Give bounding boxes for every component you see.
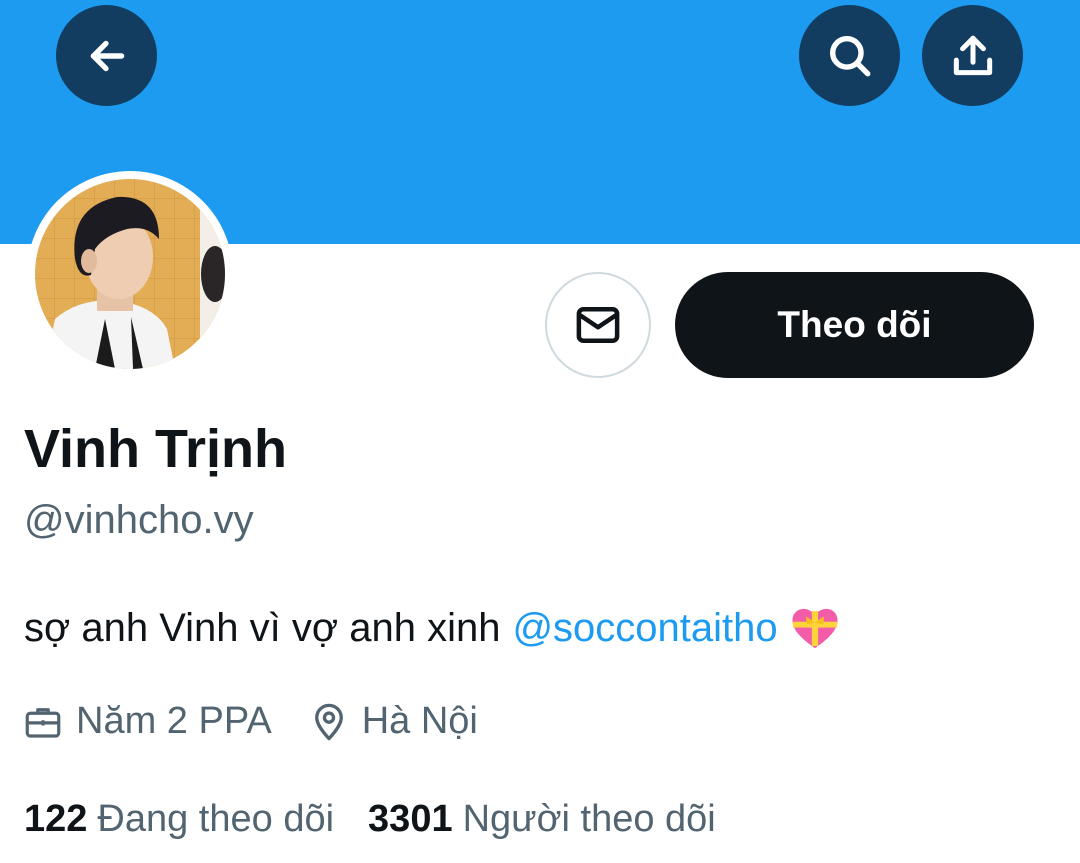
location-pin-icon <box>314 703 343 740</box>
heart-with-ribbon-icon <box>792 608 838 649</box>
occupation-text: Năm 2 PPA <box>76 700 272 742</box>
location-item: Hà Nội <box>308 700 478 743</box>
briefcase-icon <box>25 707 61 738</box>
bio-text: sợ anh Vinh vì vợ anh xinh <box>24 605 501 650</box>
followers-label: Người theo dõi <box>462 798 716 840</box>
following-link[interactable]: 122 Đang theo dõi <box>24 798 334 841</box>
occupation-item: Năm 2 PPA <box>22 700 272 743</box>
following-label: Đang theo dõi <box>97 798 335 840</box>
follow-stats: 122 Đang theo dõi 3301 Người theo dõi <box>24 798 716 841</box>
search-button[interactable] <box>799 5 900 106</box>
message-button[interactable] <box>545 272 651 378</box>
follow-button[interactable]: Theo dõi <box>675 272 1034 378</box>
search-icon <box>829 35 870 76</box>
profile-meta: Năm 2 PPA Hà Nội <box>22 700 478 743</box>
followers-count: 3301 <box>368 798 453 840</box>
following-count: 122 <box>24 798 88 840</box>
arrow-left-icon <box>90 40 124 71</box>
share-button[interactable] <box>922 5 1023 106</box>
display-name: Vinh Trịnh <box>24 419 288 479</box>
back-button[interactable] <box>56 5 157 106</box>
followers-link[interactable]: 3301 Người theo dõi <box>368 798 716 841</box>
location-text: Hà Nội <box>361 700 478 742</box>
share-upload-icon <box>953 35 992 75</box>
profile-bio: sợ anh Vinh vì vợ anh xinh @soccontaitho <box>24 601 842 655</box>
avatar <box>35 179 225 369</box>
avatar-frame[interactable] <box>27 171 233 377</box>
username-handle: @vinhcho.vy <box>24 498 254 542</box>
envelope-icon <box>576 307 620 343</box>
bio-mention-link[interactable]: @soccontaitho <box>512 606 777 651</box>
